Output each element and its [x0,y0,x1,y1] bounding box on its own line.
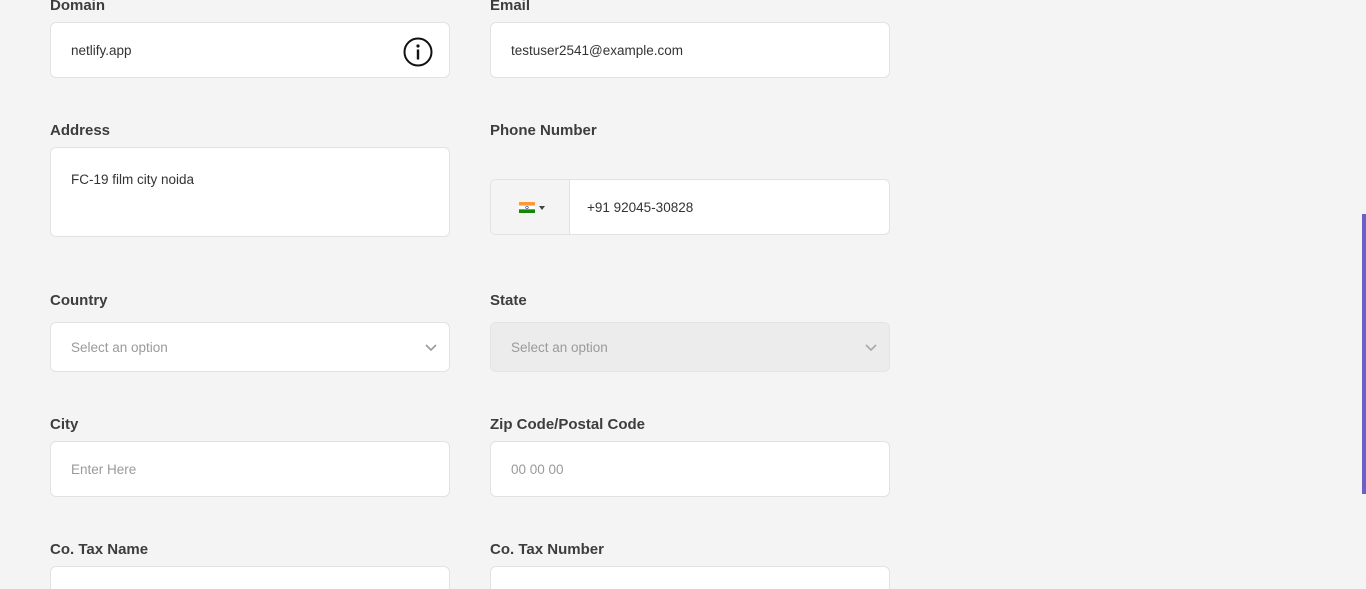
tax-name-input[interactable] [50,566,450,589]
chevron-down-icon [425,344,437,352]
city-placeholder: Enter Here [71,462,137,477]
zip-label: Zip Code/Postal Code [490,416,646,433]
india-flag-icon [519,202,535,213]
domain-value: netlify.app [71,43,132,58]
country-label: Country [50,292,108,309]
phone-field[interactable]: +91 92045-30828 [490,179,890,235]
tax-name-label: Co. Tax Name [50,541,149,558]
country-code-selector[interactable] [491,180,570,234]
state-select[interactable]: Select an option [490,322,890,372]
address-textarea[interactable]: FC-19 film city noida [50,147,450,237]
email-value: testuser2541@example.com [511,43,684,58]
chevron-down-icon [865,344,877,352]
country-select[interactable]: Select an option [50,322,450,372]
email-field[interactable]: testuser2541@example.com [490,22,890,78]
state-label: State [490,292,527,309]
state-placeholder: Select an option [511,340,608,355]
country-placeholder: Select an option [71,340,168,355]
email-label: Email [490,0,531,14]
address-value: FC-19 film city noida [71,172,195,187]
tax-number-input[interactable] [490,566,890,589]
city-label: City [50,416,79,433]
domain-field[interactable]: netlify.app [50,22,450,78]
tax-number-label: Co. Tax Number [490,541,604,558]
info-icon[interactable] [402,36,434,68]
phone-value: +91 92045-30828 [587,200,694,215]
address-label: Address [50,122,111,139]
scrollbar-thumb[interactable] [1362,214,1366,494]
phone-label: Phone Number [490,122,597,139]
zip-placeholder: 00 00 00 [511,462,564,477]
zip-input[interactable]: 00 00 00 [490,441,890,497]
caret-down-icon [539,206,545,210]
domain-label: Domain [50,0,106,14]
city-input[interactable]: Enter Here [50,441,450,497]
